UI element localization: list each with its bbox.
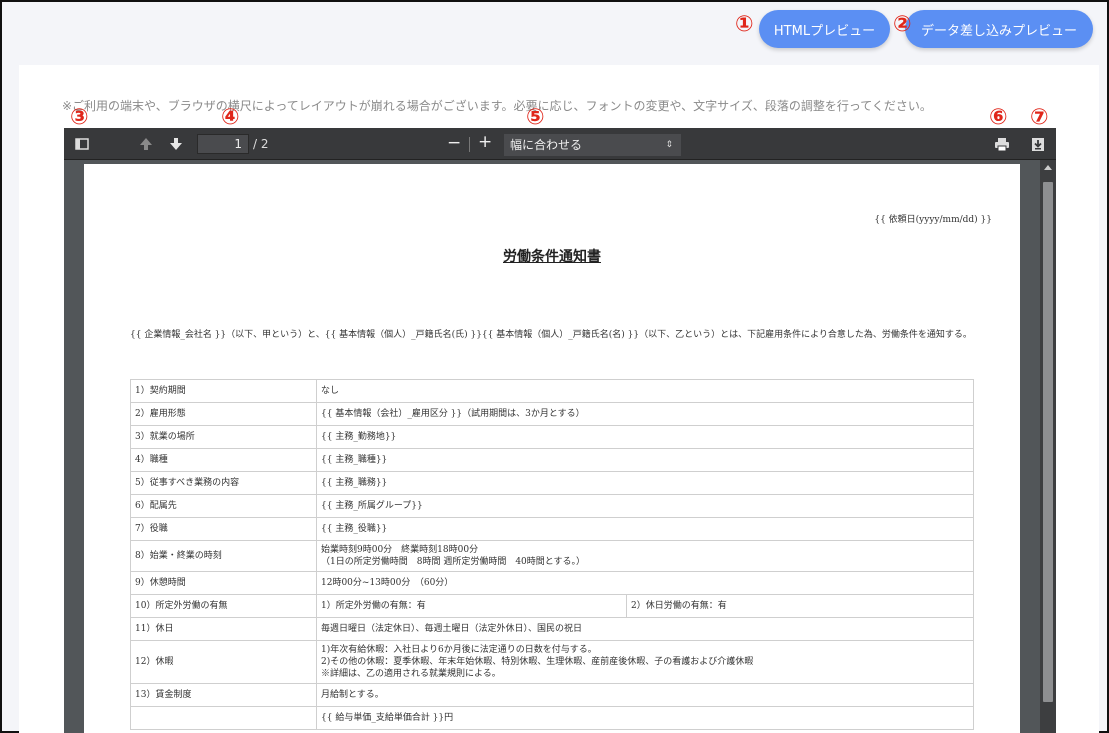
download-icon[interactable]: [1030, 136, 1046, 152]
table-row: 7）役職{{ 主務_役職}}: [130, 517, 974, 541]
previous-page-icon[interactable]: [138, 136, 154, 152]
table-row: 9）休憩時間 12時00分~13時00分 （60分）: [130, 571, 974, 595]
toolbar-divider: [469, 137, 470, 152]
row-label: [130, 706, 317, 730]
row-value: 始業時刻9時00分 終業時刻18時00分 （1日の所定労働時間 8時間 週所定労働…: [316, 540, 974, 572]
row-label: 8）始業・終業の時刻: [130, 540, 317, 572]
table-row: 13）賃金制度 月給制とする。: [130, 683, 974, 707]
marker-4: ④: [221, 105, 240, 130]
zoom-select[interactable]: 幅に合わせる ⇕: [504, 134, 681, 156]
row-label: 4）職種: [130, 448, 317, 472]
select-arrows-icon: ⇕: [665, 140, 673, 150]
document-date: {{ 依頼日(yyyy/mm/dd) }}: [874, 215, 992, 225]
pdf-toolbar: 1 / 2 − + 幅に合わせる ⇕: [64, 128, 1056, 160]
marker-2: ②: [893, 12, 912, 37]
terms-table: 1）契約期間 なし 2）雇用形態{{ 基本情報（会社）_雇用区分 }}（試用期間は…: [130, 379, 974, 730]
marker-1: ①: [735, 12, 754, 37]
document-title: 労働条件通知書: [503, 249, 601, 265]
row-value: {{ 主務_職務}}: [316, 471, 974, 495]
next-page-icon[interactable]: [168, 136, 184, 152]
row-label: 3）就業の場所: [130, 425, 317, 449]
table-row: 10）所定外労働の有無 1）所定外労働の有無：有 2）休日労働の有無：有: [130, 594, 974, 618]
row-value-extra: 2）休日労働の有無：有: [626, 594, 974, 618]
row-value: {{ 主務_職種}}: [316, 448, 974, 472]
row-value: 毎週日曜日（法定休日）、毎週土曜日（法定外休日）、国民の祝日: [316, 617, 974, 641]
table-row: 11）休日 毎週日曜日（法定休日）、毎週土曜日（法定外休日）、国民の祝日: [130, 617, 974, 641]
row-label: 10）所定外労働の有無: [130, 594, 317, 618]
row-label: 5）従事すべき業務の内容: [130, 471, 317, 495]
row-value: 1）所定外労働の有無：有: [316, 594, 627, 618]
row-value: 月給制とする。: [316, 683, 974, 707]
table-row: 4）職種{{ 主務_職種}}: [130, 448, 974, 472]
row-value: {{ 主務_役職}}: [316, 517, 974, 541]
html-preview-button[interactable]: HTMLプレビュー: [759, 10, 890, 48]
row-value-line: 2)その他の休暇：夏季休暇、年末年始休暇、特別休暇、生理休暇、産前産後休暇、子の…: [321, 657, 754, 667]
row-label: 6）配属先: [130, 494, 317, 518]
scrollbar-thumb[interactable]: [1043, 182, 1053, 702]
table-row: 12）休暇 1)年次有給休暇：入社日より6か月後に法定通りの日数を付与する。 2)そ…: [130, 640, 974, 684]
zoom-select-value: 幅に合わせる: [510, 138, 583, 152]
sidebar-toggle-icon[interactable]: [74, 136, 90, 152]
row-value-line: （1日の所定労働時間 8時間 週所定労働時間 40時間とする。）: [321, 557, 585, 567]
row-value: 12時00分~13時00分 （60分）: [316, 571, 974, 595]
table-row: 5）従事すべき業務の内容{{ 主務_職務}}: [130, 471, 974, 495]
row-value: 1)年次有給休暇：入社日より6か月後に法定通りの日数を付与する。 2)その他の休暇…: [316, 640, 974, 684]
marker-3: ③: [70, 105, 89, 130]
pdf-viewer: 1 / 2 − + 幅に合わせる ⇕ {{ 依頼日(yyyy/mm/dd) }}…: [64, 128, 1056, 733]
marker-6: ⑥: [989, 105, 1008, 130]
data-merge-preview-button[interactable]: データ差し込みプレビュー: [905, 10, 1093, 48]
document-intro: {{ 企業情報_会社名 }}（以下、甲という）と、{{ 基本情報（個人）_戸籍氏…: [130, 330, 972, 340]
row-label: 11）休日: [130, 617, 317, 641]
row-label: 7）役職: [130, 517, 317, 541]
marker-7: ⑦: [1030, 105, 1049, 130]
row-value: {{ 基本情報（会社）_雇用区分 }}（試用期間は、3か月とする）: [316, 402, 974, 426]
row-label: 2）雇用形態: [130, 402, 317, 426]
table-row: 1）契約期間 なし: [130, 379, 974, 403]
row-label: 13）賃金制度: [130, 683, 317, 707]
zoom-in-button[interactable]: +: [478, 132, 492, 152]
row-value: {{ 給与単価_支給単価合計 }}円: [316, 706, 974, 730]
page-total: / 2: [253, 137, 269, 151]
table-row: 3）就業の場所{{ 主務_勤務地}}: [130, 425, 974, 449]
row-value-line: 始業時刻9時00分 終業時刻18時00分: [321, 545, 479, 555]
row-value: {{ 主務_所属グループ}}: [316, 494, 974, 518]
table-row: 8）始業・終業の時刻 始業時刻9時00分 終業時刻18時00分 （1日の所定労働時間…: [130, 540, 974, 572]
layout-notice: ※ご利用の端末や、ブラウザの横尺によってレイアウトが崩れる場合がございます。必要…: [62, 99, 932, 113]
row-value: {{ 主務_勤務地}}: [316, 425, 974, 449]
print-icon[interactable]: [994, 136, 1010, 152]
document-page: {{ 依頼日(yyyy/mm/dd) }} 労働条件通知書 {{ 企業情報_会社…: [84, 164, 1020, 733]
row-value-line: ※詳細は、乙の適用される就業規則による。: [321, 669, 501, 679]
row-label: 12）休暇: [130, 640, 317, 684]
row-label: 1）契約期間: [130, 379, 317, 403]
table-row: 6）配属先{{ 主務_所属グループ}}: [130, 494, 974, 518]
row-label: 9）休憩時間: [130, 571, 317, 595]
row-value-line: 1)年次有給休暇：入社日より6か月後に法定通りの日数を付与する。: [321, 645, 597, 655]
vertical-scrollbar[interactable]: [1040, 160, 1056, 733]
table-row: 2）雇用形態{{ 基本情報（会社）_雇用区分 }}（試用期間は、3か月とする）: [130, 402, 974, 426]
marker-5: ⑤: [526, 105, 545, 130]
row-value: なし: [316, 379, 974, 403]
zoom-out-button[interactable]: −: [447, 133, 461, 153]
table-row: {{ 給与単価_支給単価合計 }}円: [130, 706, 974, 730]
scroll-up-icon[interactable]: [1044, 165, 1052, 170]
page-number-input[interactable]: 1: [197, 134, 249, 154]
